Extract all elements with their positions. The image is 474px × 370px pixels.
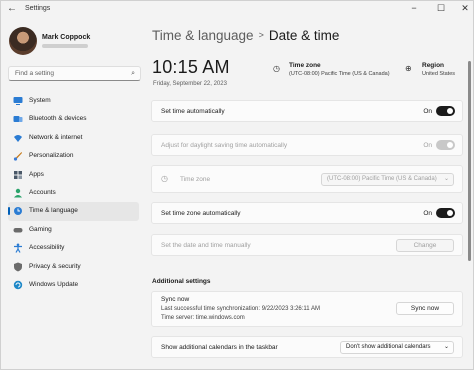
sidebar-item-windows-update[interactable]: Windows Update xyxy=(8,276,139,294)
shield-icon xyxy=(13,262,23,272)
sidebar-item-label: Accessibility xyxy=(29,244,65,252)
search-icon: ⌕ xyxy=(131,70,135,77)
user-email-redacted xyxy=(42,44,88,48)
sidebar-nav: System Bluetooth & devices Network & int… xyxy=(8,92,139,294)
sidebar-item-network[interactable]: Network & internet xyxy=(8,129,139,147)
avatar[interactable] xyxy=(9,27,37,55)
sidebar-item-label: Privacy & security xyxy=(29,262,81,270)
setting-label: Set time automatically xyxy=(161,108,225,115)
set-time-zone-automatically-toggle[interactable] xyxy=(436,208,455,218)
sidebar-item-label: System xyxy=(29,97,51,104)
dropdown-value: (UTC-08:00) Pacific Time (US & Canada) xyxy=(327,176,437,182)
current-date: Friday, September 22, 2023 xyxy=(153,81,227,87)
breadcrumb: Time & language > Date & time xyxy=(152,28,339,43)
setting-label: Set time zone automatically xyxy=(161,210,241,217)
setting-label: Adjust for daylight saving time automati… xyxy=(161,142,288,149)
sidebar-item-label: Accounts xyxy=(29,188,56,196)
time-zone-row: ◷ Time zone (UTC-08:00) Pacific Time (US… xyxy=(151,165,463,193)
sidebar-item-label: Windows Update xyxy=(29,280,79,288)
sync-last-time: Last successful time synchronization: 9/… xyxy=(161,306,320,312)
dst-row: Adjust for daylight saving time automati… xyxy=(151,134,463,156)
settings-window: ← Settings − ☐ ✕ Mark Coppock Find a set… xyxy=(0,0,474,370)
current-time: 10:15 AM xyxy=(152,57,230,77)
user-name: Mark Coppock xyxy=(42,34,91,41)
sidebar-item-label: Bluetooth & devices xyxy=(29,115,87,123)
maximize-icon[interactable]: ☐ xyxy=(435,3,447,14)
search-input[interactable]: Find a setting ⌕ xyxy=(8,66,141,81)
set-time-zone-automatically-row: Set time zone automatically On xyxy=(151,202,463,224)
dst-toggle[interactable] xyxy=(436,140,455,150)
sidebar-item-gaming[interactable]: Gaming xyxy=(8,221,139,239)
title-bar: ← Settings − ☐ ✕ xyxy=(1,1,473,17)
breadcrumb-parent[interactable]: Time & language xyxy=(152,28,254,43)
set-manually-row: Set the date and time manually Change xyxy=(151,234,463,256)
additional-settings-heading: Additional settings xyxy=(152,278,211,285)
timezone-summary-title: Time zone xyxy=(289,62,321,69)
sidebar-item-label: Apps xyxy=(29,170,44,178)
sidebar-item-label: Network & internet xyxy=(29,133,83,141)
update-icon xyxy=(13,280,23,290)
toggle-state: On xyxy=(423,108,432,115)
sidebar-item-label: Time & language xyxy=(29,207,78,215)
accessibility-icon xyxy=(13,243,23,253)
toggle-state: On xyxy=(423,210,432,217)
region-summary-title: Region xyxy=(422,62,445,69)
sidebar-item-label: Gaming xyxy=(29,225,52,233)
scrollbar[interactable] xyxy=(468,61,471,261)
sync-now-button[interactable]: Sync now xyxy=(396,302,454,315)
sidebar-item-privacy[interactable]: Privacy & security xyxy=(8,258,139,276)
apps-icon xyxy=(13,170,23,180)
globe-icon: ⊕ xyxy=(405,64,412,73)
sync-title: Sync now xyxy=(161,296,190,303)
time-zone-dropdown[interactable]: (UTC-08:00) Pacific Time (US & Canada) ⌄ xyxy=(321,173,454,186)
setting-label: Show additional calendars in the taskbar xyxy=(161,344,278,351)
sidebar-item-bluetooth[interactable]: Bluetooth & devices xyxy=(8,110,139,128)
chevron-down-icon: ⌄ xyxy=(443,344,449,350)
controller-icon xyxy=(13,225,23,235)
brush-icon xyxy=(13,151,23,161)
globe-clock-icon: ◷ xyxy=(161,174,168,183)
search-placeholder: Find a setting xyxy=(15,70,55,77)
setting-label: Set the date and time manually xyxy=(161,242,251,249)
additional-calendars-row: Show additional calendars in the taskbar… xyxy=(151,336,463,358)
sidebar-item-accounts[interactable]: Accounts xyxy=(8,184,139,202)
chevron-down-icon: ⌄ xyxy=(443,176,449,182)
timezone-summary-value: (UTC-08:00) Pacific Time (US & Canada) xyxy=(289,71,390,77)
sync-time-server: Time server: time.windows.com xyxy=(161,315,245,321)
sidebar-item-time-language[interactable]: Time & language xyxy=(8,202,139,221)
change-button[interactable]: Change xyxy=(396,239,454,252)
setting-label: Time zone xyxy=(180,176,211,183)
sidebar-item-personalization[interactable]: Personalization xyxy=(8,147,139,165)
set-time-automatically-toggle[interactable] xyxy=(436,106,455,116)
wifi-icon xyxy=(13,133,23,143)
sidebar-item-accessibility[interactable]: Accessibility xyxy=(8,239,139,257)
bluetooth-icon xyxy=(13,114,23,124)
back-arrow-icon[interactable]: ← xyxy=(7,3,17,14)
breadcrumb-separator: > xyxy=(258,30,264,40)
globe-clock-icon: ◷ xyxy=(273,64,280,73)
globe-clock-icon xyxy=(13,206,23,216)
region-summary-value: United States xyxy=(422,71,456,77)
toggle-state: On xyxy=(423,142,432,149)
sync-now-row: Sync now Last successful time synchroniz… xyxy=(151,291,463,327)
monitor-icon xyxy=(13,96,23,106)
sidebar-item-apps[interactable]: Apps xyxy=(8,166,139,184)
dropdown-value: Don't show additional calendars xyxy=(346,344,431,350)
app-title: Settings xyxy=(25,5,51,12)
additional-calendars-dropdown[interactable]: Don't show additional calendars ⌄ xyxy=(340,341,454,354)
sidebar-item-system[interactable]: System xyxy=(8,92,139,110)
person-icon xyxy=(13,188,23,198)
page-title: Date & time xyxy=(268,28,340,43)
sidebar-item-label: Personalization xyxy=(29,152,74,160)
close-icon[interactable]: ✕ xyxy=(459,3,471,14)
minimize-icon[interactable]: − xyxy=(408,3,420,13)
set-time-automatically-row: Set time automatically On xyxy=(151,100,463,122)
